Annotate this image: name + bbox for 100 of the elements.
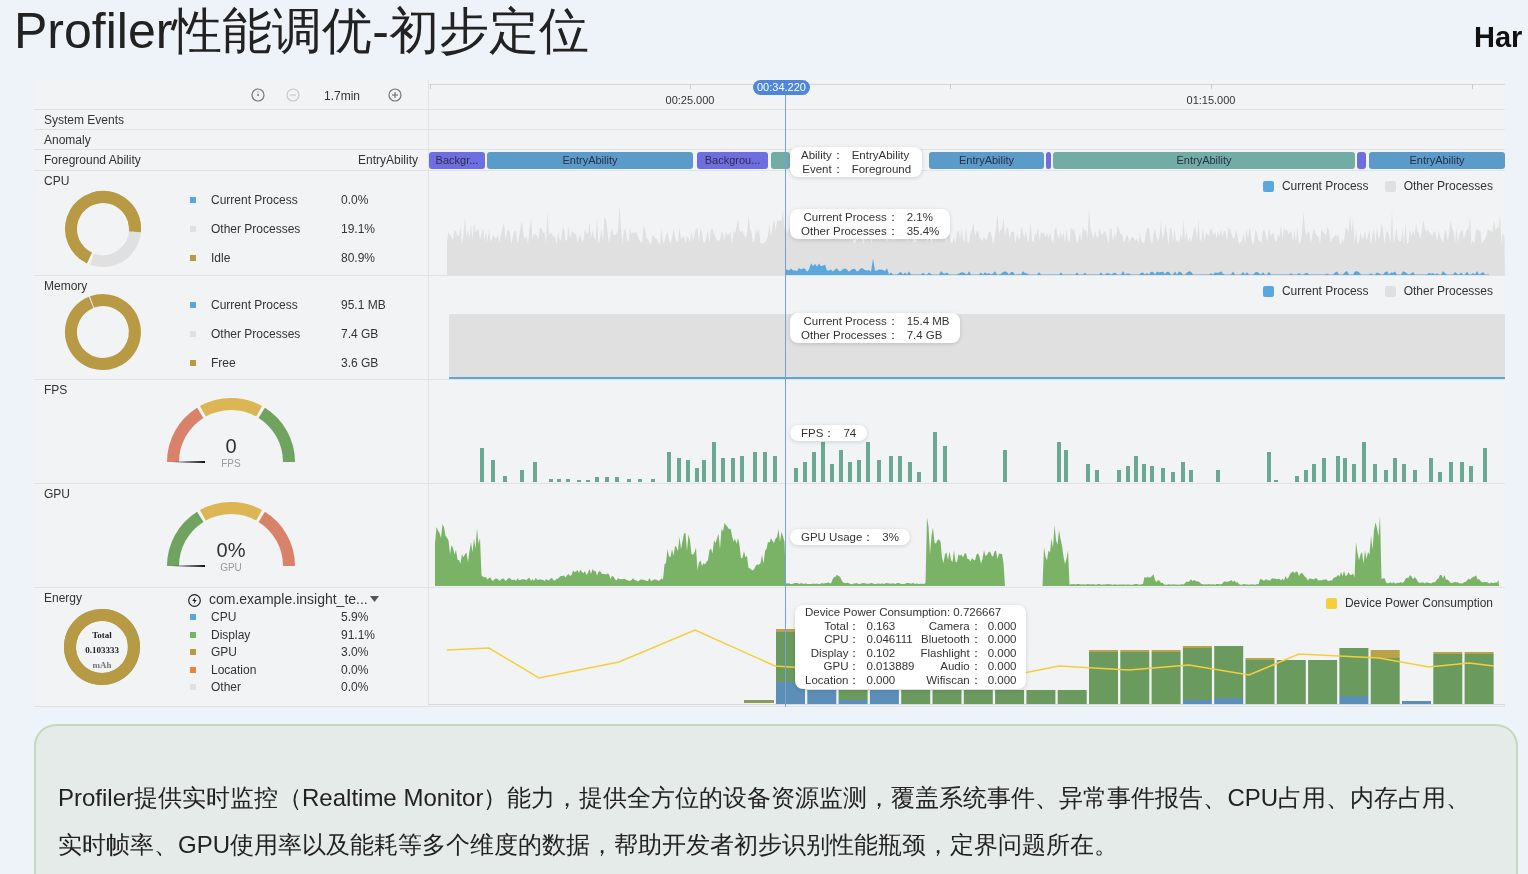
power-bar (869, 690, 899, 704)
description-text: Profiler提供实时监控（Realtime Monitor）能力，提供全方位的设备资源监测，覆盖系统事件、异常事件报告、CPU占用、内存占用、实时帧率、GPU使用率以及能耗等多个维度的数据，帮助开发者初步识别性能瓶颈，定界问题所在。 (58, 783, 1472, 860)
tooltip-value: 0.013889 (866, 660, 915, 674)
legend-label: Current Process (1281, 178, 1369, 195)
power-bar (1057, 690, 1087, 704)
power-bar (1182, 646, 1212, 704)
donut-total-label: Total (92, 629, 112, 642)
tooltip-label: Current Process： (802, 210, 899, 224)
tooltip-label: Wifiscan： (925, 673, 982, 688)
tooltip-value: 0.000 (987, 619, 1017, 634)
slide-title: Profiler性能调优-初步定位 (14, 2, 590, 61)
lightning-bolt-icon (188, 594, 201, 607)
legend-label: Free (211, 356, 236, 370)
power-bar (744, 700, 774, 703)
tooltip-label: Ability： (801, 148, 844, 162)
ability-segment[interactable]: EntryAbility (929, 152, 1044, 169)
legend-value: 0.0% (341, 662, 369, 677)
track-label: System Events (44, 112, 125, 128)
tooltip-value: EntryAbility (851, 148, 911, 162)
legend-value: 3.6 GB (341, 356, 379, 370)
tooltip-label: Bluetooth： (920, 633, 982, 647)
legend-label: Display (211, 627, 251, 642)
ability-segment[interactable]: EntryAbility (1053, 152, 1355, 169)
power-bar (1151, 650, 1181, 704)
tooltip-value: Foreground (851, 162, 912, 176)
tooltip-value: 35.4% (906, 224, 940, 238)
tooltip-label: Total： (823, 619, 861, 634)
tooltip-label: Event： (801, 162, 844, 176)
power-bar (1089, 650, 1118, 704)
tooltip-label: FPS： (801, 426, 836, 440)
track-label: Memory (44, 278, 88, 294)
tooltip-label: Camera： (927, 619, 982, 634)
legend-label: Current Process (1281, 283, 1369, 300)
power-bar (901, 690, 931, 704)
ability-segment[interactable]: Backgrou... (697, 152, 768, 169)
app-selector[interactable]: com.example.insight_te... (209, 590, 379, 608)
power-bar (1433, 652, 1463, 704)
caret-icon (369, 596, 379, 602)
track-label: Foreground Ability (44, 152, 141, 168)
track-label: FPS (44, 382, 68, 398)
tooltip-label: Other Processes： (801, 328, 899, 342)
legend-label: Other Processes (211, 327, 301, 341)
ability-segment[interactable]: Backgr... (429, 152, 485, 169)
tooltip-value: 0.000 (987, 660, 1017, 674)
tooltip-label: Other Processes： (801, 224, 899, 238)
power-bar (1308, 660, 1338, 704)
legend-label: Other Processes (1403, 283, 1493, 300)
tooltip-value: 15.4 MB (906, 314, 950, 328)
track-label: CPU (44, 173, 70, 189)
power-bar (1339, 648, 1369, 704)
legend-label: GPU (211, 645, 237, 659)
power-bar (807, 690, 837, 704)
reset-icon[interactable] (251, 88, 265, 102)
tooltip-label: CPU： (823, 633, 861, 647)
tooltip-value: 0.000 (987, 633, 1017, 647)
legend-value: 0.0% (341, 193, 369, 207)
legend-value: 5.9% (341, 610, 369, 624)
power-bar (932, 690, 962, 704)
tooltip-value: 7.4 GB (906, 328, 944, 342)
tooltip-label: Location： (805, 673, 861, 688)
tooltip-value: 0.046111 (866, 633, 914, 647)
tooltip-label: Current Process： (802, 314, 899, 328)
ability-segment[interactable] (1357, 152, 1366, 169)
zoom-in-icon[interactable] (388, 88, 402, 102)
tooltip-value: 74 (843, 426, 857, 440)
gauge-value: 0% (215, 539, 247, 561)
legend-value: 91.1% (341, 627, 376, 642)
legend-value: 3.0% (341, 645, 369, 659)
tooltip-value: 0.102 (866, 646, 897, 661)
power-bar (963, 690, 993, 704)
legend-value: 7.4 GB (341, 327, 379, 341)
legend-label: Other (211, 680, 241, 694)
tooltip-label: GPU Usage： (801, 530, 875, 544)
time-cursor-badge[interactable]: 00:34.220 (753, 80, 810, 95)
legend-label: Idle (211, 251, 231, 265)
legend-label: CPU (211, 610, 237, 624)
tooltip-value: 0.000 (987, 673, 1017, 688)
ability-segment[interactable]: EntryAbility (1369, 152, 1505, 169)
tooltip-title: Device Power Consumption: 0.726667 (805, 606, 1003, 620)
legend-label: Other Processes (1403, 178, 1493, 195)
ability-value: EntryAbility (357, 152, 418, 168)
legend-value: 0.0% (341, 680, 369, 694)
power-bar (1370, 650, 1400, 704)
legend-label: Current Process (211, 193, 298, 207)
power-bar (1120, 650, 1150, 704)
legend-value: 19.1% (341, 222, 376, 236)
tooltip-label: Flashlight： (920, 646, 982, 661)
tooltip-value: 0.163 (866, 619, 897, 634)
time-range-text: 1.7min (324, 88, 361, 105)
track-label: Energy (44, 590, 83, 606)
brand-logo-text: Har (1474, 20, 1523, 55)
legend-label: Current Process (211, 298, 298, 312)
power-bar (1402, 701, 1431, 704)
time-tick-label: 00:25.000 (665, 93, 715, 108)
power-bar (1276, 660, 1306, 704)
ability-segment[interactable]: EntryAbility (487, 152, 693, 169)
power-bar (1214, 646, 1244, 704)
tooltip-label: Display： (809, 646, 861, 661)
ability-segment[interactable] (1046, 152, 1051, 169)
gauge-unit: GPU (219, 562, 243, 574)
